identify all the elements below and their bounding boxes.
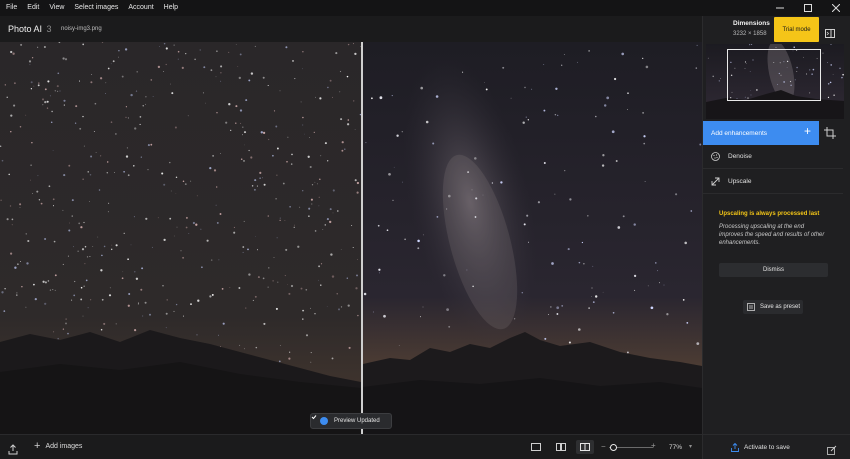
menu-file[interactable]: File: [0, 0, 22, 16]
image-canvas[interactable]: Preview Updated: [0, 42, 702, 434]
split-view-icon: [580, 443, 590, 451]
plus-icon: +: [34, 440, 41, 452]
trial-mode-button[interactable]: Trial mode: [774, 17, 819, 42]
notice-body: Processing upscaling at the end improves…: [719, 224, 825, 246]
close-icon[interactable]: [822, 0, 850, 16]
side-by-side-view-button[interactable]: [552, 440, 570, 454]
save-as-preset-button[interactable]: Save as preset: [743, 300, 803, 314]
toast-label: Preview Updated: [334, 418, 380, 424]
split-view-button[interactable]: [576, 440, 594, 454]
add-images-button[interactable]: + Add images: [34, 441, 82, 452]
preview-updated-toast: Preview Updated: [310, 413, 392, 429]
right-panel: Dimensions 3232 × 1858 Trial mode Add en…: [702, 16, 850, 459]
dimensions-value: 3232 × 1858: [733, 31, 767, 37]
single-view-button[interactable]: [527, 440, 545, 454]
save-icon: [731, 443, 739, 452]
add-enhancements-label: Add enhancements: [711, 129, 768, 137]
activate-to-save-button[interactable]: Activate to save: [731, 443, 790, 452]
check-icon: [311, 415, 328, 425]
export-icon[interactable]: [8, 442, 18, 455]
menu-view[interactable]: View: [44, 0, 69, 16]
bottom-toolbar: + Add images − + 77% ▾: [0, 434, 702, 459]
after-image: [363, 42, 702, 434]
side-by-side-icon: [556, 443, 566, 451]
activate-bar: Activate to save: [703, 434, 850, 459]
denoise-label: Denoise: [728, 153, 752, 160]
panel-toggle-icon[interactable]: [825, 25, 835, 38]
upscale-icon: [711, 177, 720, 186]
app-title: Photo AI 3: [8, 24, 52, 34]
crop-icon[interactable]: [824, 126, 836, 139]
preset-icon: [747, 303, 755, 311]
app-name: Photo AI: [8, 24, 43, 34]
dismiss-button[interactable]: Dismiss: [719, 263, 828, 277]
enhancement-denoise[interactable]: Denoise: [703, 145, 843, 169]
minimize-icon[interactable]: [766, 0, 794, 16]
menu-edit[interactable]: Edit: [22, 0, 44, 16]
menu-bar: File Edit View Select images Account Hel…: [0, 0, 850, 16]
add-images-label: Add images: [45, 443, 83, 450]
menu-help[interactable]: Help: [159, 0, 183, 16]
save-as-preset-label: Save as preset: [760, 304, 801, 310]
viewport-frame[interactable]: [727, 49, 821, 101]
single-view-icon: [531, 443, 541, 451]
maximize-icon[interactable]: [794, 0, 822, 16]
zoom-in-button[interactable]: +: [651, 441, 656, 450]
app-version: 3: [46, 24, 52, 34]
before-image: [0, 42, 361, 434]
file-name: noisy-img3.png: [61, 26, 102, 32]
zoom-slider-handle[interactable]: [610, 444, 617, 451]
notice-title: Upscaling is always processed last: [719, 211, 820, 217]
app-header: Photo AI 3 noisy-img3.png: [0, 16, 702, 42]
activate-to-save-label: Activate to save: [744, 444, 790, 451]
upscale-label: Upscale: [728, 178, 752, 185]
chevron-down-icon[interactable]: ▾: [689, 443, 692, 450]
preview-image: [0, 42, 702, 434]
menu-account[interactable]: Account: [123, 0, 158, 16]
dimensions-label: Dimensions: [733, 20, 770, 27]
enhancement-upscale[interactable]: Upscale: [703, 170, 843, 194]
zoom-out-button[interactable]: −: [601, 442, 606, 451]
zoom-level[interactable]: 77%: [669, 444, 682, 451]
add-enhancements-button[interactable]: Add enhancements +: [703, 121, 819, 145]
menu-select-images[interactable]: Select images: [69, 0, 123, 16]
denoise-icon: [711, 152, 720, 161]
edit-icon[interactable]: [827, 442, 837, 459]
navigator-thumbnail[interactable]: [706, 44, 844, 119]
split-divider-handle[interactable]: [361, 42, 363, 434]
plus-icon: +: [803, 124, 811, 138]
